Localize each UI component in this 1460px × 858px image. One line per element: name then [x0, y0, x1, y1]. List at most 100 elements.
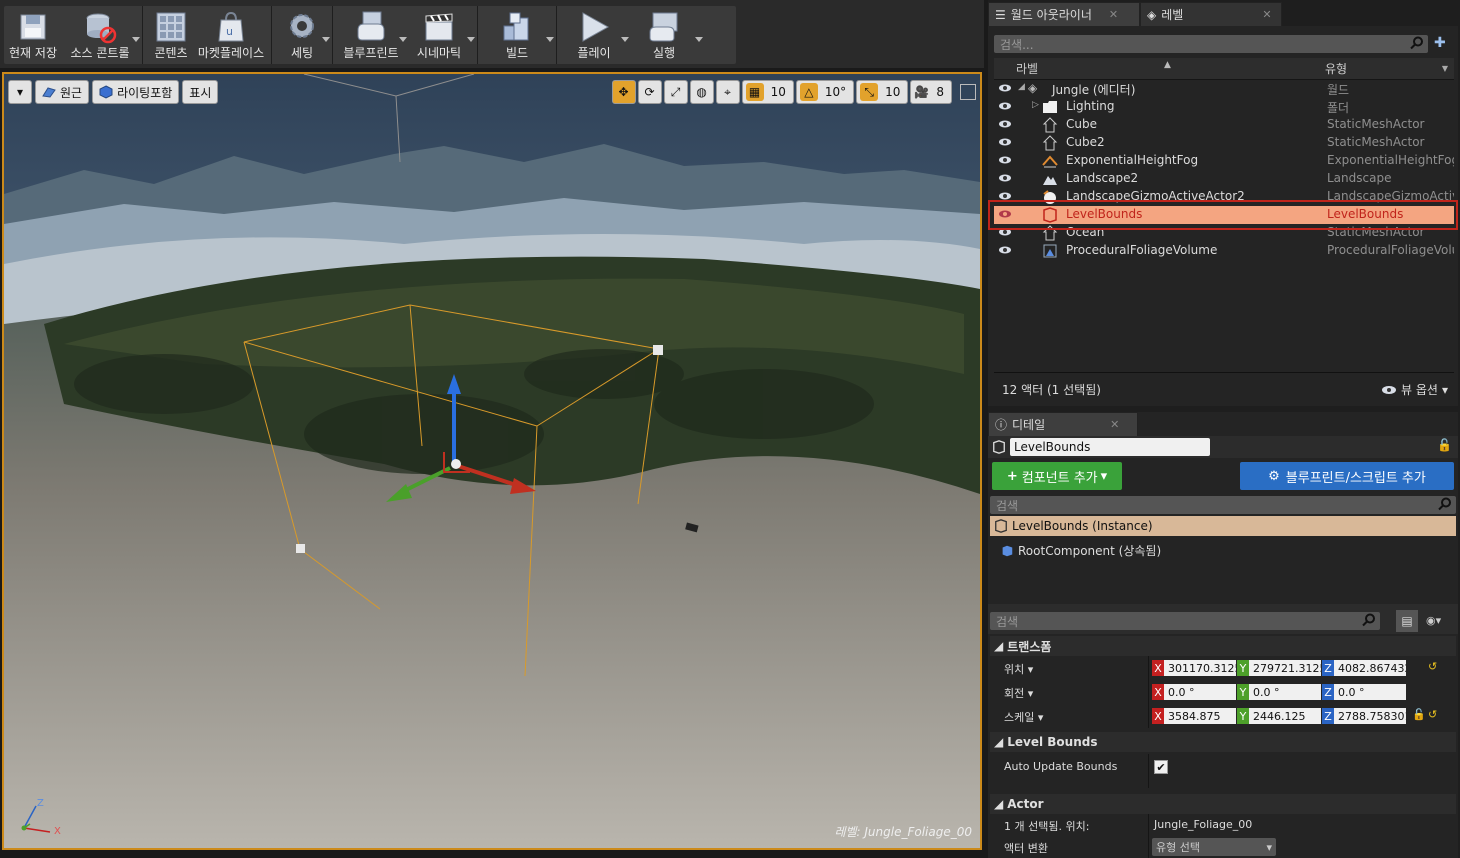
scale-z-field[interactable]: Z 2788.758301	[1322, 708, 1406, 724]
surface-snap-icon: ⌖	[724, 84, 731, 99]
list-item[interactable]: ProceduralFoliageVolume ProceduralFoliag…	[994, 242, 1454, 260]
translate-mode-button[interactable]: ✥	[611, 80, 636, 104]
list-item[interactable]: ▷ Lighting 폴더	[994, 98, 1454, 116]
lock-icon[interactable]: 🔓	[1437, 438, 1452, 452]
svg-text:u: u	[226, 25, 233, 38]
outliner-search-input[interactable]: 검색...	[994, 35, 1428, 53]
property-search-input[interactable]: 검색	[990, 612, 1380, 630]
visibility-eye-icon[interactable]	[998, 119, 1012, 129]
rotation-z-field[interactable]: Z 0.0 °	[1322, 684, 1406, 700]
chevron-down-icon: ▾	[1100, 468, 1108, 484]
source-control-button[interactable]: 소스 콘트롤	[62, 6, 140, 64]
component-instance-row[interactable]: LevelBounds (Instance)	[990, 516, 1456, 536]
list-item[interactable]: Cube StaticMeshActor	[994, 116, 1454, 134]
perspective-button[interactable]: 원근	[35, 80, 90, 104]
expand-arrow-icon[interactable]: ◢	[1018, 82, 1025, 92]
launch-button[interactable]: 실행	[627, 6, 703, 64]
world-axis-indicator: Z X	[21, 798, 61, 836]
view-options-button[interactable]: 뷰 옵션 ▾	[1381, 381, 1448, 398]
settings-button[interactable]: 세팅	[276, 6, 330, 64]
column-splitter[interactable]	[1148, 836, 1149, 858]
close-icon[interactable]: ✕	[1262, 8, 1271, 21]
chevron-down-icon[interactable]	[467, 37, 475, 42]
actor-name-field[interactable]: LevelBounds	[1010, 438, 1210, 456]
rotation-snap-group[interactable]: △ 10°	[795, 80, 855, 104]
blueprints-button[interactable]: 블루프린트	[337, 6, 407, 64]
add-blueprint-script-button[interactable]: ⚙ 블루프린트/스크립트 추가	[1240, 462, 1454, 490]
show-flags-button[interactable]: 표시	[182, 80, 219, 104]
location-z-field[interactable]: Z 4082.867432	[1322, 660, 1406, 676]
visibility-eye-icon[interactable]	[998, 137, 1012, 147]
rotation-x-field[interactable]: X 0.0 °	[1152, 684, 1236, 700]
tab-world-outliner[interactable]: ☰ 월드 아웃라이너 ✕	[988, 2, 1140, 26]
column-splitter[interactable]	[1148, 680, 1149, 704]
level-viewport[interactable]: ▾ 원근 라이팅포함 표시 ✥ ⟳ ⤢ ◍ ⌖ ▦ 10 △ 10° ⤡ 10 …	[2, 72, 982, 850]
chevron-down-icon[interactable]	[132, 37, 140, 42]
tab-details[interactable]: ⓘ 디테일 ✕	[988, 412, 1138, 436]
rotation-label[interactable]: 회전 ▾	[1004, 685, 1033, 701]
scale-mode-button[interactable]: ⤢	[663, 80, 688, 104]
scale-snap-group[interactable]: ⤡ 10	[856, 80, 909, 104]
column-label-header[interactable]: 라벨	[1016, 60, 1038, 77]
close-icon[interactable]: ✕	[1110, 418, 1119, 431]
visibility-eye-icon[interactable]	[998, 101, 1012, 111]
create-folder-icon[interactable]: ✚	[1434, 35, 1452, 53]
convert-actor-dropdown[interactable]: 유형 선택 ▾	[1152, 838, 1276, 856]
camera-speed-group[interactable]: 🎥 8	[910, 80, 952, 104]
marketplace-button[interactable]: u 마켓플레이스	[195, 6, 267, 64]
property-matrix-icon[interactable]: ▤	[1396, 610, 1418, 632]
surface-snap-button[interactable]: ⌖	[715, 80, 740, 104]
visibility-eye-icon[interactable]	[998, 155, 1012, 165]
coordinate-system-button[interactable]: ◍	[689, 80, 714, 104]
transform-section-header[interactable]: ◢ 트랜스폼	[990, 636, 1456, 656]
auto-update-bounds-checkbox[interactable]: ✔	[1154, 760, 1168, 774]
visibility-filter-icon[interactable]: ◉▾	[1426, 614, 1441, 627]
close-icon[interactable]: ✕	[1109, 8, 1118, 21]
marketplace-bag-icon: u	[218, 11, 244, 42]
location-x-field[interactable]: X 301170.3125	[1152, 660, 1236, 676]
visibility-eye-icon[interactable]	[998, 83, 1012, 93]
maximize-viewport-icon[interactable]	[960, 84, 976, 100]
actor-section-header[interactable]: ◢ Actor	[990, 794, 1456, 814]
expand-arrow-icon[interactable]: ▷	[1032, 100, 1039, 110]
list-item[interactable]: Cube2 StaticMeshActor	[994, 134, 1454, 152]
grid-snap-group[interactable]: ▦ 10	[741, 80, 794, 104]
build-button[interactable]: 빌드	[482, 6, 554, 64]
column-type-header[interactable]: 유형	[1325, 60, 1347, 77]
chevron-down-icon[interactable]	[546, 37, 554, 42]
lighting-mode-button[interactable]: 라이팅포함	[92, 80, 180, 104]
list-item[interactable]: ◢ ◈ Jungle (에디터) 월드	[994, 80, 1454, 98]
cinematics-button[interactable]: 시네마틱	[405, 6, 475, 64]
chevron-down-icon[interactable]	[322, 37, 330, 42]
column-splitter[interactable]	[1148, 656, 1149, 680]
scale-label[interactable]: 스케일 ▾	[1004, 709, 1043, 725]
location-label[interactable]: 위치 ▾	[1004, 661, 1033, 677]
visibility-eye-icon[interactable]	[998, 173, 1012, 183]
chevron-down-icon[interactable]	[695, 37, 703, 42]
level-bounds-section-header[interactable]: ◢ Level Bounds	[990, 732, 1456, 752]
column-splitter[interactable]	[1148, 754, 1149, 788]
rotation-y-field[interactable]: Y 0.0 °	[1237, 684, 1321, 700]
axis-z-label: Z	[37, 798, 44, 809]
list-item[interactable]: ExponentialHeightFog ExponentialHeightFo…	[994, 152, 1454, 170]
tab-levels[interactable]: ◈ 레벨 ✕	[1140, 2, 1282, 26]
viewport-menu-button[interactable]: ▾	[8, 80, 32, 104]
visibility-eye-icon[interactable]	[998, 245, 1012, 255]
content-button[interactable]: 콘텐츠	[147, 6, 195, 64]
scale-x-field[interactable]: X 3584.875	[1152, 708, 1236, 724]
rotate-mode-button[interactable]: ⟳	[637, 80, 662, 104]
root-component-row[interactable]: RootComponent (상속됨)	[1000, 542, 1161, 559]
scale-y-field[interactable]: Y 2446.125	[1237, 708, 1321, 724]
reset-to-default-icon[interactable]: ↺	[1428, 708, 1437, 721]
play-button[interactable]: 플레이	[561, 6, 629, 64]
location-y-field[interactable]: Y 279721.3125	[1237, 660, 1321, 676]
column-splitter[interactable]	[1148, 814, 1149, 836]
chevron-down-icon[interactable]: ▼	[1442, 64, 1448, 73]
add-component-button[interactable]: + 컴포넌트 추가 ▾	[992, 462, 1122, 490]
list-item[interactable]: Landscape2 Landscape	[994, 170, 1454, 188]
column-splitter[interactable]	[1148, 704, 1149, 728]
component-search-input[interactable]: 검색	[990, 496, 1456, 514]
reset-to-default-icon[interactable]: ↺	[1428, 660, 1437, 673]
lock-scale-icon[interactable]: 🔓	[1412, 708, 1426, 721]
save-button[interactable]: 현재 저장	[4, 6, 62, 64]
